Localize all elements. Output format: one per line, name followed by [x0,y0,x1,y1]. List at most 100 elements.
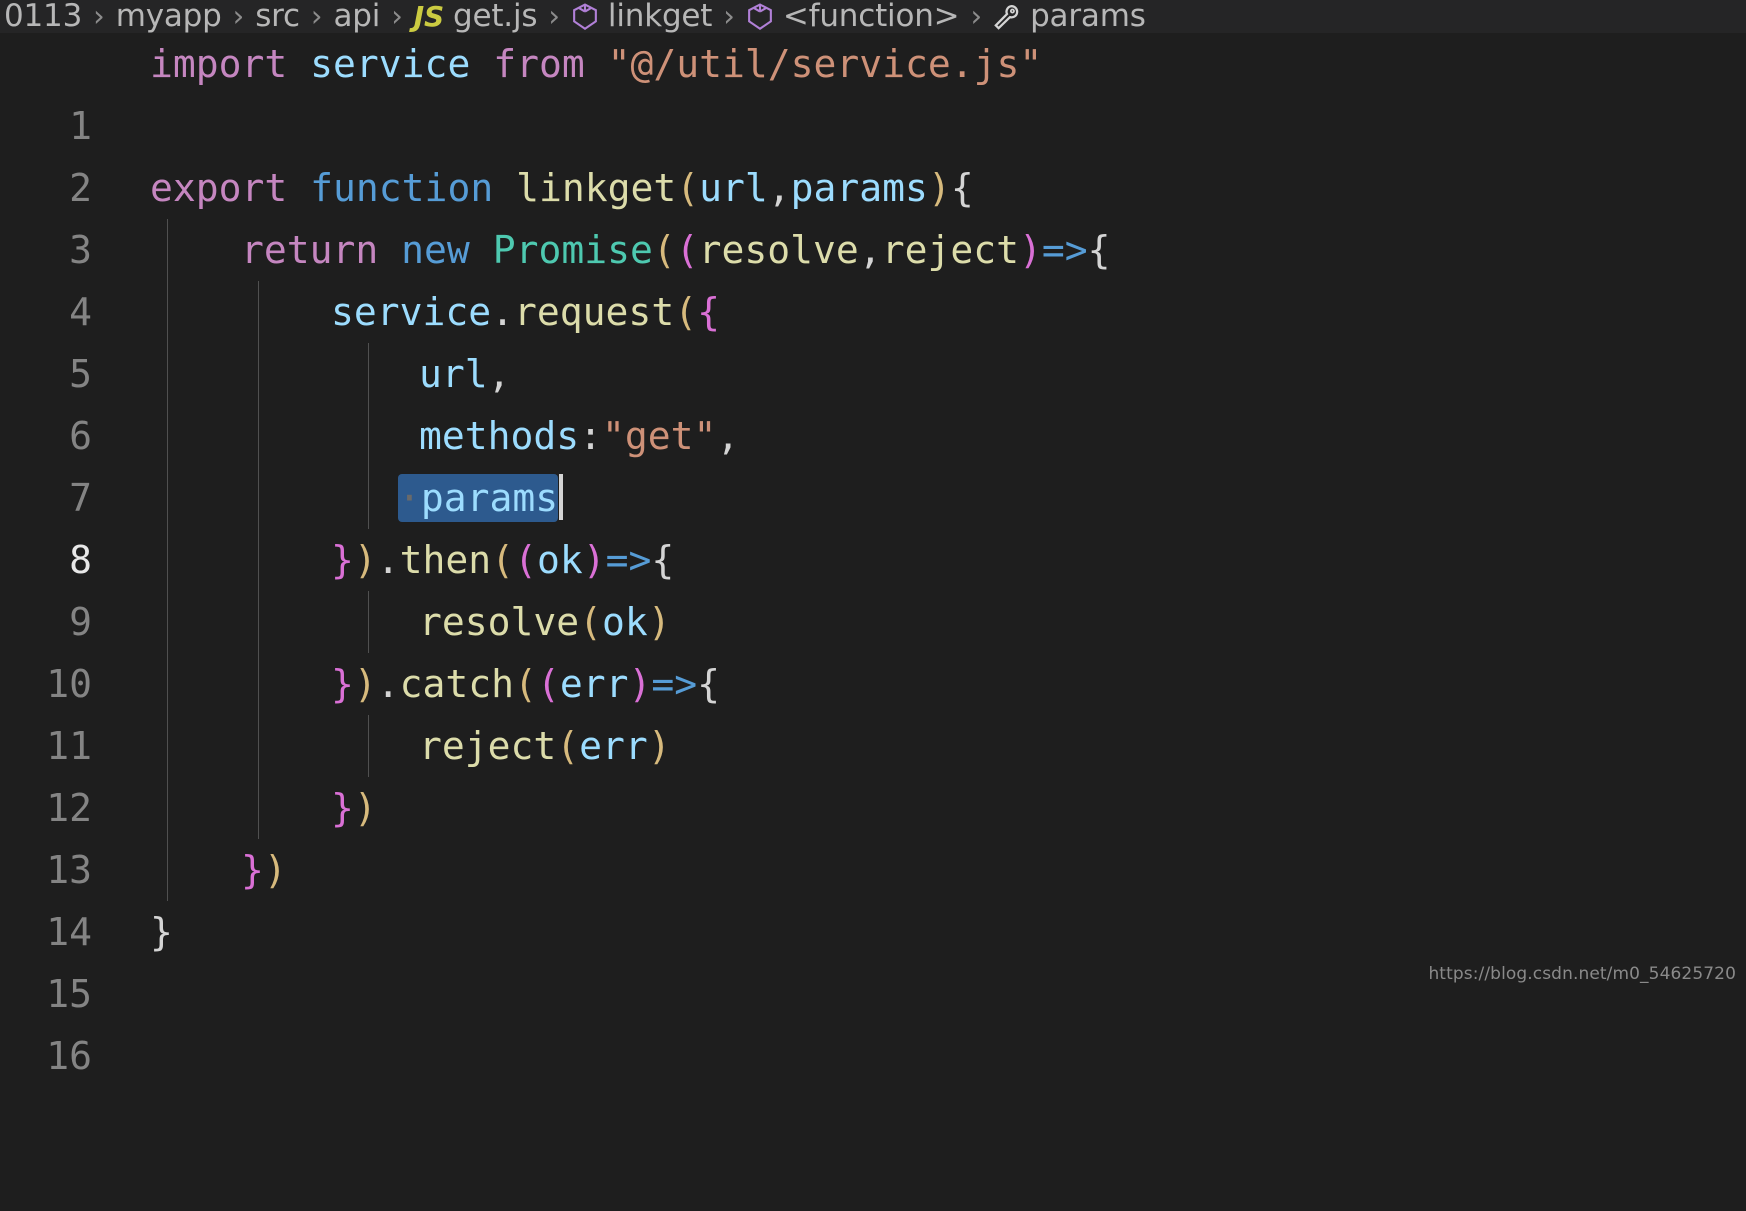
code-line[interactable]: 12 reject(err) [0,715,1746,830]
token-keyword: import [150,42,288,86]
code-line[interactable]: 10 resolve(ok) [0,591,1746,706]
breadcrumb-item-get-js[interactable]: JS get.js [414,0,538,33]
token-paren: ) [353,786,377,830]
code-line[interactable]: 1 import service from "@/util/service.js… [0,33,1746,148]
token-identifier: params [790,166,928,210]
code-line[interactable]: 5 service.request({ [0,281,1746,396]
token-dot: . [376,662,400,706]
token-paren: ) [263,848,287,892]
code-editor[interactable]: 1 import service from "@/util/service.js… [0,33,1746,1078]
token-arrow: => [1041,228,1088,272]
token-paren: ( [514,662,537,706]
symbol-method-icon [746,2,774,32]
token-colon: : [579,414,603,458]
code-text: methods:"get", [419,405,739,467]
indent-guide [258,343,259,405]
breadcrumb-separator: › [232,0,245,33]
code-line[interactable]: 4 return new Promise((resolve,reject)=>{ [0,219,1746,334]
token-dot: . [491,290,515,334]
breadcrumb-label: 0113 [4,0,83,33]
token-paren: ( [652,228,676,272]
code-line[interactable]: 15 } [0,901,1746,1016]
token-comma: , [767,166,791,210]
code-text: } [150,901,173,963]
code-line[interactable]: 14 }) [0,839,1746,954]
breadcrumb-item-api[interactable]: api [334,0,381,33]
code-line[interactable]: 3 export function linkget(url,params){ [0,157,1746,272]
token-function-name: linkget [516,166,677,210]
indent-guide [167,529,168,591]
breadcrumb-item-params[interactable]: params [993,0,1146,33]
code-line-active[interactable]: 8 ·params [0,467,1746,582]
code-line[interactable]: 9 }).then((ok)=>{ [0,529,1746,644]
indent-guide [258,467,259,529]
indent-guide [258,529,259,591]
code-line[interactable]: 7 methods:"get", [0,405,1746,520]
indent-guide [368,405,369,467]
code-text: }) [331,777,377,839]
symbol-method-icon [571,2,599,32]
breadcrumb-label: linkget [607,0,713,33]
breadcrumb-item-myapp[interactable]: myapp [116,0,222,33]
breadcrumb-separator: › [391,0,403,33]
breadcrumb-separator: › [548,0,560,33]
indent-guide [167,653,168,715]
code-text: ·params [398,467,564,529]
token-paren: ) [353,538,377,582]
indent-guide [258,653,259,715]
indent-guide [167,777,168,839]
token-function-name: resolve [419,600,580,644]
token-string: "get" [602,414,717,458]
indent-guide [167,405,168,467]
code-text: }).then((ok)=>{ [331,529,674,591]
breadcrumb-item-linkget[interactable]: linkget [571,0,712,33]
code-line[interactable]: 11 }).catch((err)=>{ [0,653,1746,768]
token-keyword: return [241,228,379,272]
token-method-name: then [399,538,492,582]
token-paren: ( [491,538,515,582]
token-identifier: err [559,662,629,706]
breadcrumb-item-src[interactable]: src [255,0,300,33]
breadcrumb-separator: › [723,0,735,33]
token-brace: } [150,910,173,954]
indent-guide [167,715,168,777]
code-text: }) [241,839,287,901]
token-arrow: => [605,538,652,582]
watermark-url: https://blog.csdn.net/m0_54625720 [1428,964,1736,984]
token-keyword: function [310,166,494,210]
indent-guide [258,591,259,653]
token-identifier: ok [536,538,583,582]
code-line[interactable]: 6 url, [0,343,1746,458]
indent-guide [167,591,168,653]
code-line[interactable]: 13 }) [0,777,1746,892]
token-paren: ( [674,290,698,334]
code-line[interactable]: 2 [0,95,1746,210]
breadcrumb-separator: › [310,0,323,33]
token-brace: } [241,848,264,892]
token-paren: ) [1018,228,1042,272]
token-paren: ( [556,724,580,768]
breadcrumb-label: api [333,0,381,33]
code-text: }).catch((err)=>{ [331,653,720,715]
indent-guide [368,343,369,405]
token-identifier: reject [881,228,1019,272]
token-method-name: catch [399,662,515,706]
token-paren: ) [647,600,671,644]
code-text: reject(err) [419,715,671,777]
token-paren: ( [514,538,537,582]
breadcrumb-item-0113[interactable]: 0113 [4,0,82,33]
code-text: service.request({ [331,281,720,343]
token-identifier: service [331,290,492,334]
breadcrumb-label: src [255,0,300,33]
code-text: url, [419,343,511,405]
indent-guide [258,777,259,839]
symbol-property-icon [993,2,1021,32]
breadcrumb-item-function[interactable]: <function> [746,0,960,33]
breadcrumb-label: myapp [115,0,222,33]
